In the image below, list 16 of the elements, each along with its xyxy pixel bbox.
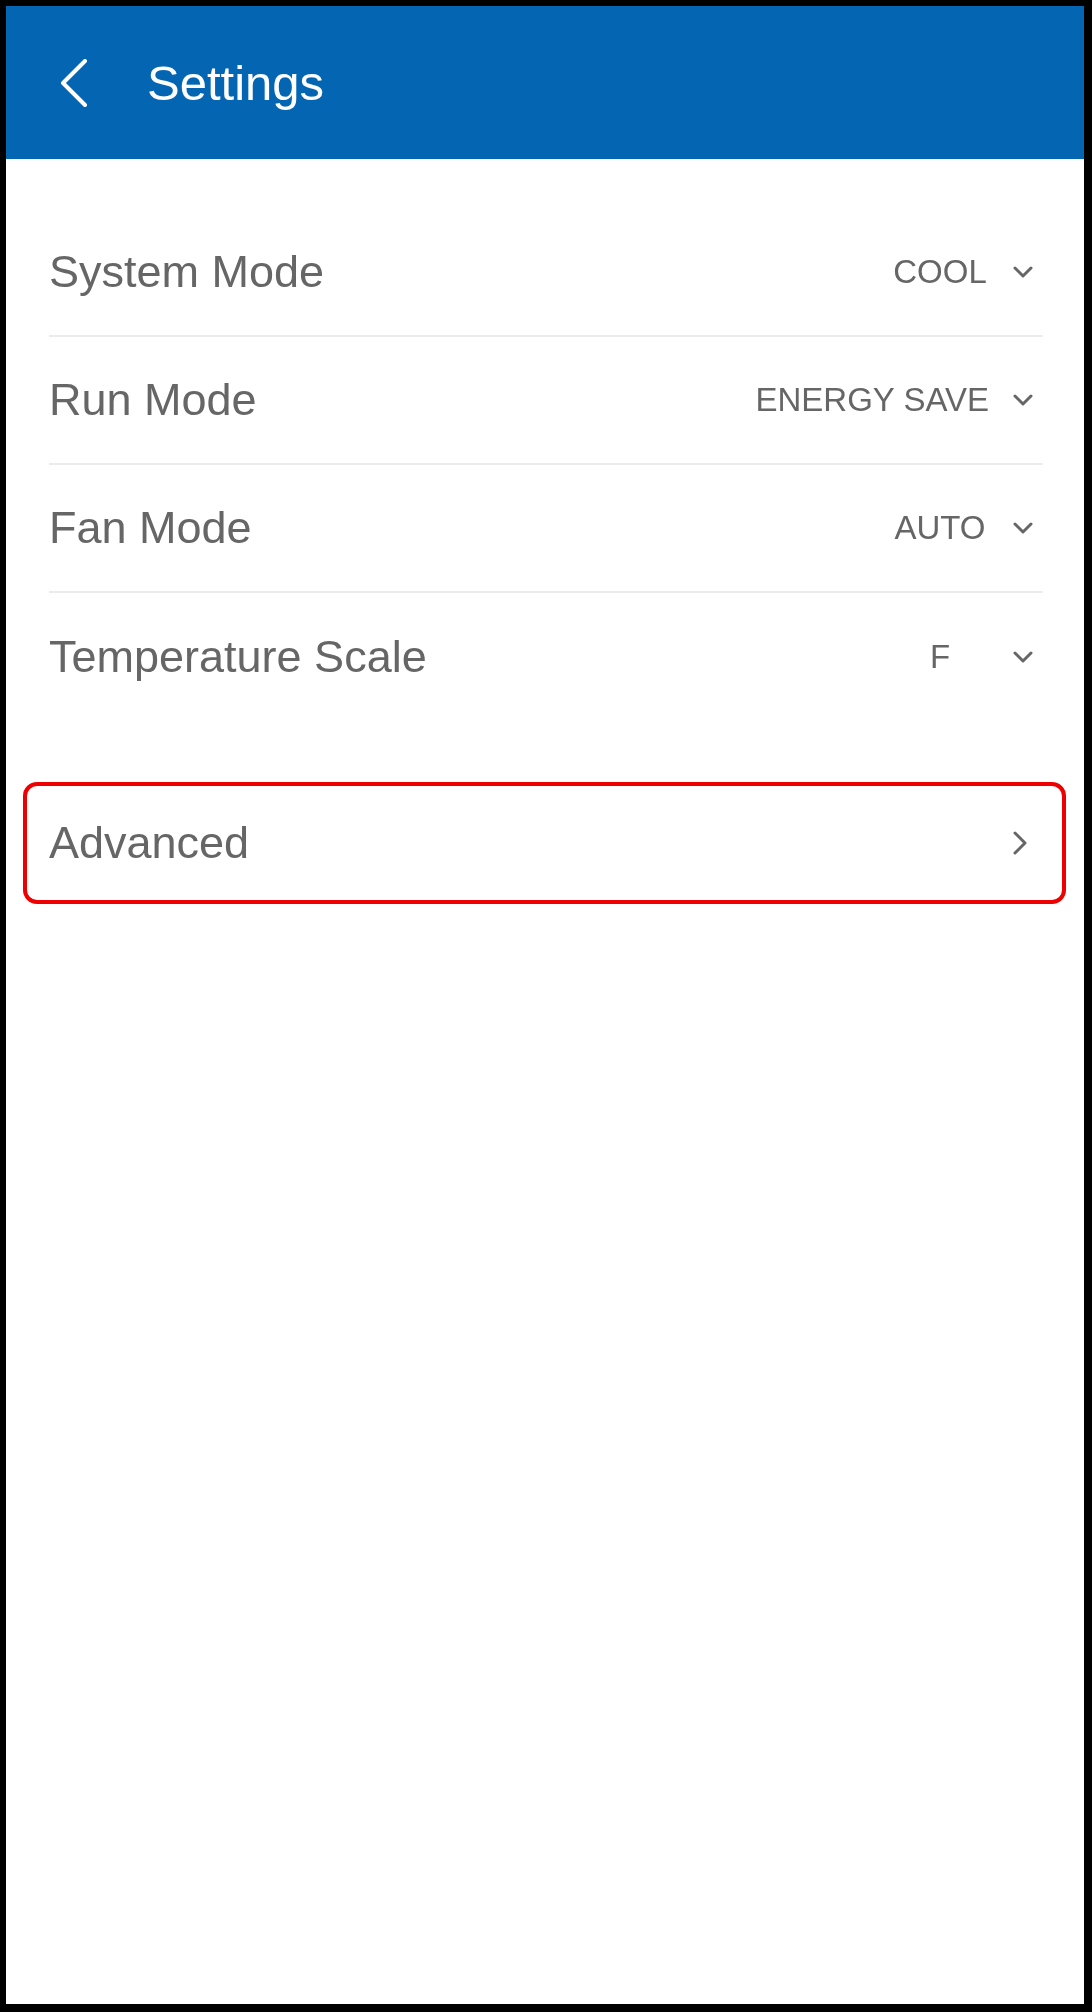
screen-title: Settings xyxy=(147,54,325,111)
back-chevron-icon[interactable] xyxy=(60,58,88,107)
setting-label: System Mode xyxy=(49,246,325,298)
advanced-link[interactable]: Advanced xyxy=(23,782,1066,904)
chevron-down-icon xyxy=(1013,522,1033,534)
chevron-down-icon xyxy=(1013,651,1033,663)
setting-label: Run Mode xyxy=(49,374,257,426)
setting-label: Fan Mode xyxy=(49,502,252,554)
chevron-down-icon xyxy=(1013,394,1033,406)
chevron-down-icon xyxy=(1013,266,1033,278)
mode-dropdown[interactable]: COOL xyxy=(891,253,1033,291)
mode-dropdown[interactable]: ENERGY SAVE xyxy=(755,381,1033,419)
chevron-right-icon xyxy=(1013,831,1027,855)
mode-dropdown[interactable]: F xyxy=(891,638,1033,676)
setting-label: Temperature Scale xyxy=(49,631,427,683)
mode-dropdown[interactable]: AUTO xyxy=(891,509,1033,547)
